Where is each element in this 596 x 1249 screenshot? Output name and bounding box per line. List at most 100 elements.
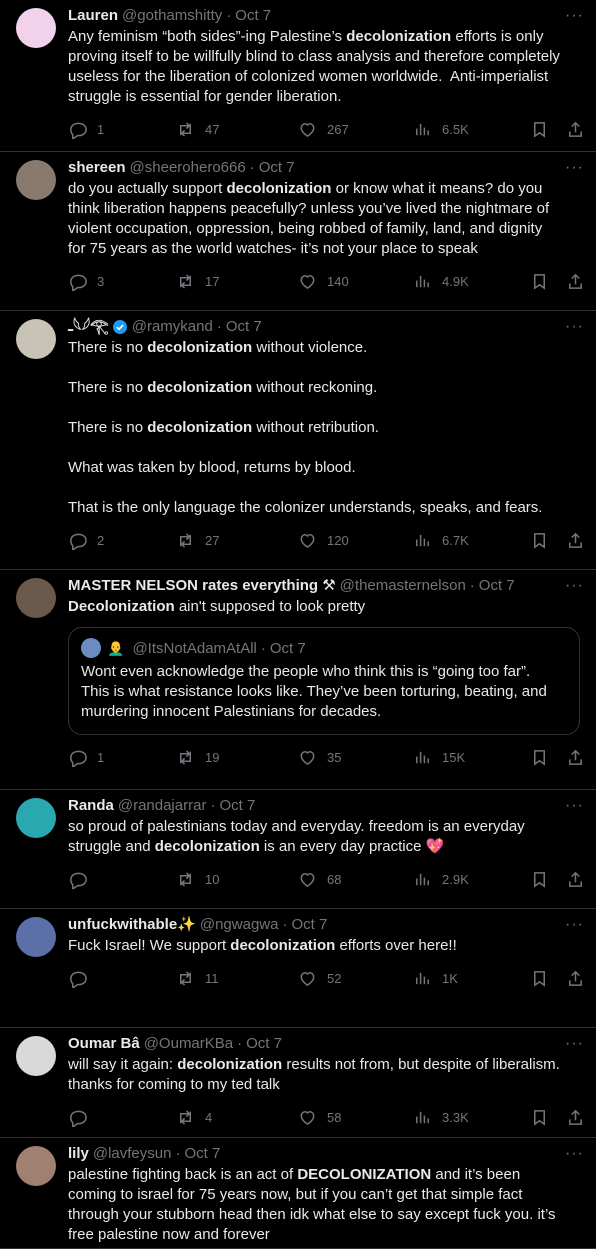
views-button[interactable]: 6.7K [413, 530, 469, 550]
user-handle[interactable]: @gothamshitty [122, 6, 222, 26]
user-handle[interactable]: @ramykand [132, 317, 213, 337]
views-button[interactable]: 3.3K [413, 1107, 469, 1127]
avatar[interactable] [16, 917, 56, 957]
avatar[interactable] [16, 798, 56, 838]
retweet-button[interactable]: 11 [176, 968, 219, 988]
more-options-icon[interactable]: ··· [565, 917, 584, 933]
display-name[interactable]: MASTER NELSON rates everything ⚒ [68, 576, 336, 596]
bookmark-icon [533, 871, 546, 888]
views-button[interactable]: 1K [413, 968, 458, 988]
highlighted-term: decolonization [147, 339, 253, 356]
like-button[interactable]: 35 [298, 747, 341, 767]
reply-button[interactable]: 1 [68, 747, 104, 767]
avatar[interactable] [16, 160, 56, 200]
retweet-button[interactable]: 17 [176, 271, 219, 291]
tweet-date[interactable]: Oct 7 [259, 158, 295, 178]
more-options-icon[interactable]: ··· [565, 319, 584, 335]
retweet-button[interactable]: 19 [176, 747, 219, 767]
tweet-date[interactable]: Oct 7 [291, 915, 327, 935]
like-button[interactable]: 68 [298, 869, 341, 889]
tweet[interactable]: ··· Lauren @gothamshitty · Oct 7 Any feminism… [0, 0, 596, 152]
retweet-button[interactable]: 4 [176, 1107, 212, 1127]
avatar[interactable] [16, 8, 56, 48]
reply-button[interactable] [68, 968, 97, 988]
bookmark-button[interactable] [530, 968, 549, 988]
bookmark-button[interactable] [530, 119, 549, 139]
display-name[interactable]: shereen [68, 158, 126, 178]
more-options-icon[interactable]: ··· [565, 1146, 584, 1162]
avatar[interactable] [16, 1146, 56, 1186]
display-name[interactable]: unfuckwithable✨ [68, 915, 196, 935]
more-options-icon[interactable]: ··· [565, 798, 584, 814]
share-button[interactable] [566, 968, 585, 988]
avatar[interactable] [16, 578, 56, 618]
display-name[interactable]: Lauren [68, 6, 118, 26]
tweet[interactable]: ··· shereen @sheerohero666 · Oct 7 do you act… [0, 152, 596, 311]
avatar[interactable] [16, 1036, 56, 1076]
tweet[interactable]: ··· Randa @randajarrar · Oct 7 so proud of pa… [0, 790, 596, 909]
retweet-button[interactable]: 10 [176, 869, 219, 889]
tweet-date[interactable]: Oct 7 [235, 6, 271, 26]
display-name[interactable]: Randa [68, 796, 114, 816]
tweet-text: palestine fighting back is an act of DEC… [68, 1165, 580, 1245]
user-handle[interactable]: @sheerohero666 [130, 158, 246, 178]
views-button[interactable]: 15K [413, 747, 465, 767]
views-button[interactable]: 2.9K [413, 869, 469, 889]
bookmark-button[interactable] [530, 1107, 549, 1127]
separator-dot: · [216, 318, 222, 335]
bookmark-button[interactable] [530, 271, 549, 291]
user-handle[interactable]: @ngwagwa [200, 915, 279, 935]
display-name[interactable]: lily [68, 1144, 89, 1164]
retweet-button[interactable]: 27 [176, 530, 219, 550]
display-name[interactable]: Oumar Bâ [68, 1034, 140, 1054]
views-button[interactable]: 6.5K [413, 119, 469, 139]
reply-button[interactable] [68, 1107, 97, 1127]
avatar[interactable] [16, 319, 56, 359]
like-button[interactable]: 120 [298, 530, 349, 550]
quoted-tweet[interactable]: 👨‍🦲 @ItsNotAdamAtAll · Oct 7 Wont even ackno… [68, 627, 580, 735]
user-handle[interactable]: @randajarrar [118, 796, 207, 816]
text-segment: ain't supposed to look pretty [174, 598, 366, 615]
tweet-date[interactable]: Oct 7 [246, 1034, 282, 1054]
views-button[interactable]: 4.9K [413, 271, 469, 291]
tweet-date[interactable]: Oct 7 [184, 1144, 220, 1164]
like-button[interactable]: 52 [298, 968, 341, 988]
tweet[interactable]: ··· lily @lavfeysun · Oct 7 palestine fightin… [0, 1138, 596, 1249]
like-button[interactable]: 58 [298, 1107, 341, 1127]
tweet[interactable]: ··· ـ𓆩𓆪𓂀 @ramykand · Oct 7 There is no decolo… [0, 311, 596, 570]
bookmark-button[interactable] [530, 530, 549, 550]
share-button[interactable] [566, 530, 585, 550]
reply-button[interactable]: 1 [68, 119, 104, 139]
like-button[interactable]: 267 [298, 119, 349, 139]
more-options-icon[interactable]: ··· [565, 1036, 584, 1052]
retweet-button[interactable]: 47 [176, 119, 219, 139]
user-handle[interactable]: @lavfeysun [93, 1144, 172, 1164]
bookmark-button[interactable] [530, 747, 549, 767]
reply-button[interactable] [68, 869, 97, 889]
tweet-date[interactable]: Oct 7 [226, 317, 262, 337]
bookmark-button[interactable] [530, 869, 549, 889]
user-handle[interactable]: @themasternelson [340, 576, 466, 596]
tweet[interactable]: ··· unfuckwithable✨ @ngwagwa · Oct 7 Fuck Isr… [0, 909, 596, 1028]
separator-dot: · [469, 577, 475, 594]
share-button[interactable] [566, 271, 585, 291]
tweet-content: Oumar Bâ @OumarKBa · Oct 7 will say it again… [68, 1034, 582, 1127]
more-options-icon[interactable]: ··· [565, 160, 584, 176]
reply-button[interactable]: 3 [68, 271, 104, 291]
tweet-date[interactable]: Oct 7 [219, 796, 255, 816]
user-handle[interactable]: @OumarKBa [144, 1034, 233, 1054]
bookmark-icon [533, 273, 546, 290]
share-button[interactable] [566, 1107, 585, 1127]
share-button[interactable] [566, 119, 585, 139]
tweet-date[interactable]: Oct 7 [479, 576, 515, 596]
heart-icon [300, 872, 315, 887]
tweet[interactable]: ··· Oumar Bâ @OumarKBa · Oct 7 will say it ag… [0, 1028, 596, 1138]
share-button[interactable] [566, 869, 585, 889]
tweet[interactable]: ··· MASTER NELSON rates everything ⚒ @them… [0, 570, 596, 790]
more-options-icon[interactable]: ··· [565, 8, 584, 24]
like-button[interactable]: 140 [298, 271, 349, 291]
reply-button[interactable]: 2 [68, 530, 104, 550]
share-button[interactable] [566, 747, 585, 767]
display-name[interactable]: ـ𓆩𓆪𓂀 [68, 317, 109, 337]
more-options-icon[interactable]: ··· [565, 578, 584, 594]
